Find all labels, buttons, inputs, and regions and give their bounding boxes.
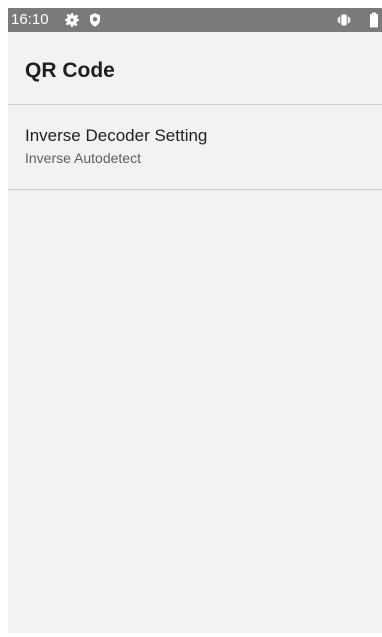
status-time: 16:10 xyxy=(11,11,49,28)
gear-icon xyxy=(65,13,79,27)
battery-icon xyxy=(370,12,378,28)
frame-border-top xyxy=(0,0,382,8)
frame-border-left xyxy=(0,0,8,637)
app-bar: QR Code xyxy=(8,32,382,105)
setting-title: Inverse Decoder Setting xyxy=(25,126,208,145)
status-bar: 16:10 xyxy=(8,8,382,32)
screen: 16:10 QR Code Inverse Decoder Setting In… xyxy=(8,8,382,633)
setting-summary: Inverse Autodetect xyxy=(25,150,141,166)
setting-item-inverse-decoder[interactable]: Inverse Decoder Setting Inverse Autodete… xyxy=(8,105,382,190)
device: 16:10 QR Code Inverse Decoder Setting In… xyxy=(0,0,382,637)
vibrate-icon xyxy=(337,14,351,26)
shield-icon xyxy=(90,13,100,27)
page-title: QR Code xyxy=(25,59,115,82)
